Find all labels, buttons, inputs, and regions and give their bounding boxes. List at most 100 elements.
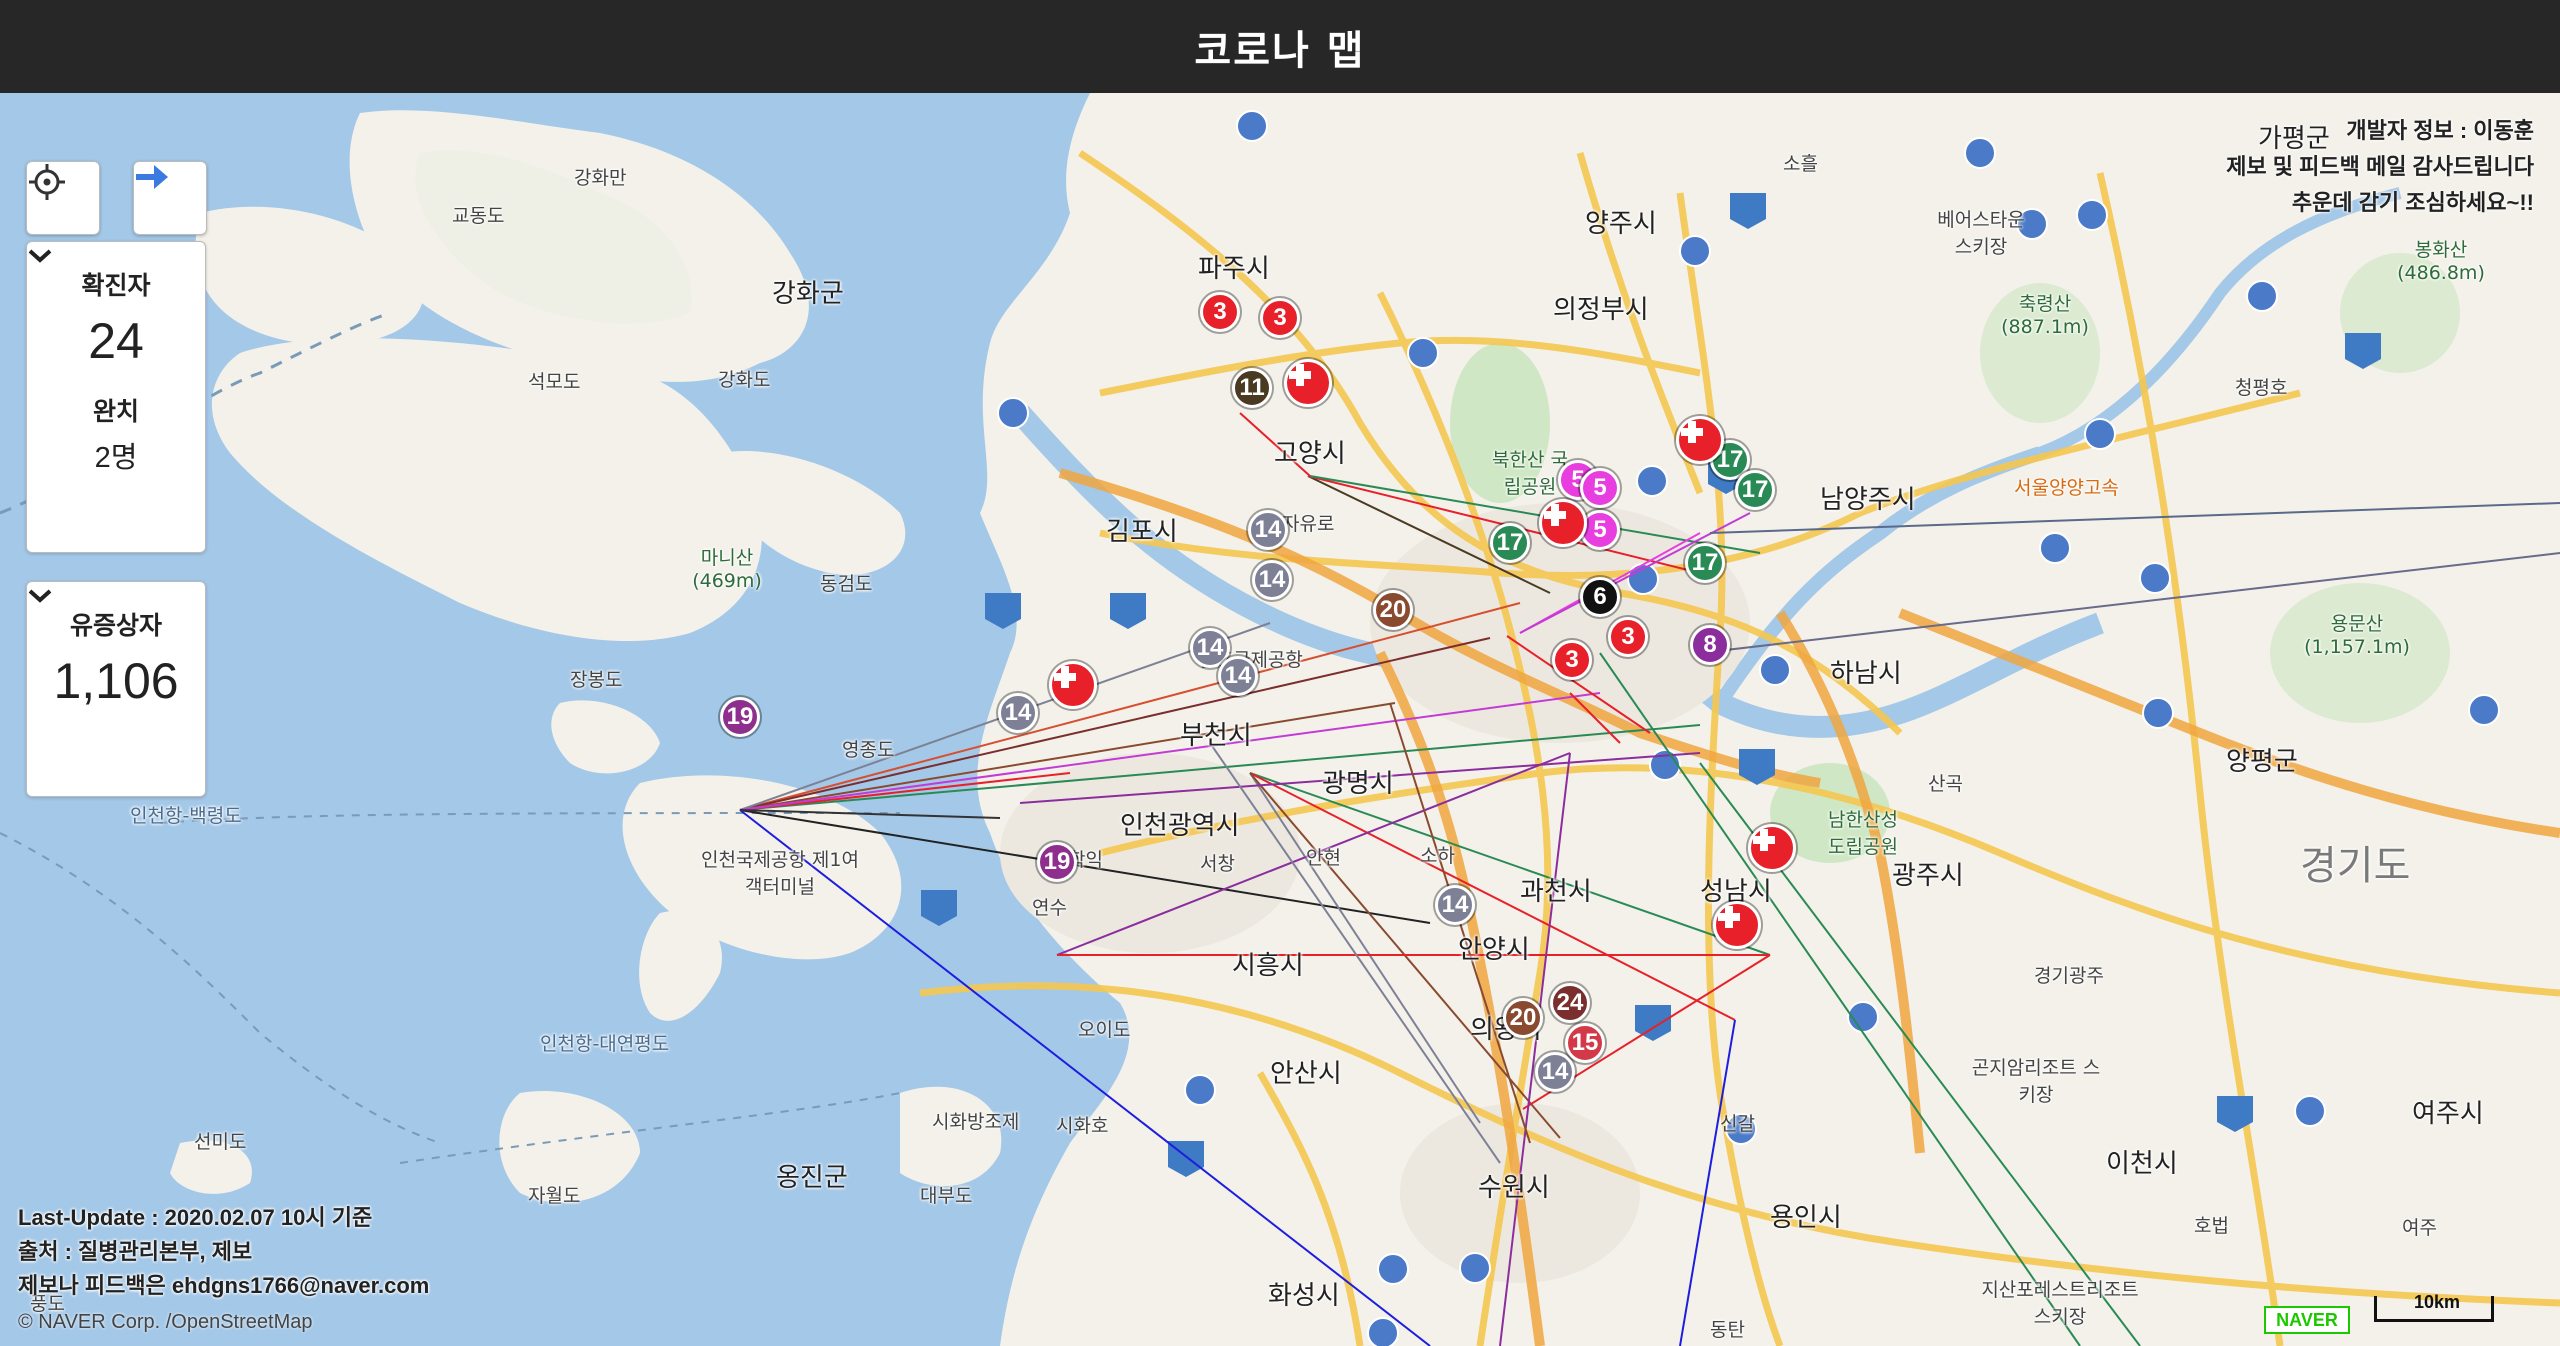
patient-marker[interactable]: 14: [1248, 510, 1288, 550]
locate-button[interactable]: [26, 161, 100, 235]
naver-logo[interactable]: NAVER: [2264, 1306, 2350, 1334]
map-place-label: 마니산 (469m): [692, 547, 762, 592]
patient-marker[interactable]: 17: [1735, 470, 1775, 510]
map-place-label: 옹진군: [776, 1163, 848, 1193]
hospital-cross-icon: [1544, 504, 1566, 526]
map-place-label: 인천항-백령도: [130, 805, 242, 827]
patient-marker[interactable]: 14: [1435, 885, 1475, 925]
hospital-marker[interactable]: [1539, 499, 1587, 547]
page-title: 코로나 맵: [1194, 27, 1366, 74]
patient-marker[interactable]: 8: [1690, 625, 1730, 665]
map-place-label: 서울양양고속: [2014, 477, 2119, 499]
patient-marker[interactable]: 20: [1373, 590, 1413, 630]
recovered-label: 완치: [92, 398, 139, 426]
map-copyright[interactable]: © NAVER Corp. /OpenStreetMap: [18, 1311, 312, 1334]
map-place-label: 강화만: [574, 167, 627, 189]
map-place-label: 여주시: [2412, 1099, 2484, 1129]
patient-marker[interactable]: 3: [1552, 640, 1592, 680]
map-place-label: 봉화산 (486.8m): [2397, 239, 2485, 284]
map-place-label: 김포시: [1106, 517, 1178, 547]
map-place-label: 인천광역시: [1120, 811, 1240, 841]
map-place-label: 여주: [2402, 1217, 2437, 1239]
confirmed-card[interactable]: 확진자 24 완치 2명: [26, 241, 206, 553]
map-place-label: 양평군: [2226, 747, 2298, 777]
patient-marker[interactable]: 17: [1685, 543, 1725, 583]
map-place-label: 베어스타운 스키장: [1937, 209, 2025, 258]
patient-marker[interactable]: 3: [1608, 617, 1648, 657]
map-place-label: 시흥시: [1232, 951, 1304, 981]
map-place-label: 동검도: [820, 573, 873, 595]
patient-marker[interactable]: 14: [998, 693, 1038, 733]
map-place-label: 과천시: [1520, 877, 1592, 907]
patient-marker[interactable]: 15: [1565, 1023, 1605, 1063]
hospital-marker[interactable]: [1713, 901, 1761, 949]
patient-marker[interactable]: 6: [1580, 577, 1620, 617]
map-place-label: 광명시: [1322, 769, 1394, 799]
map-place-label: 선미도: [194, 1131, 247, 1153]
chevron-down-icon[interactable]: [27, 248, 53, 264]
map-place-label: 안양시: [1458, 935, 1530, 965]
map-place-label: 남양주시: [1820, 485, 1916, 515]
data-source: 출처 : 질병관리본부, 제보: [18, 1239, 253, 1264]
patient-marker[interactable]: 14: [1252, 560, 1292, 600]
map-place-label: 남한산성 도립공원: [1828, 809, 1898, 858]
last-update: Last-Update : 2020.02.07 10시 기준: [18, 1205, 373, 1230]
map-scale-label: 10km: [2413, 1292, 2461, 1312]
map-place-label: 산곡: [1928, 773, 1963, 795]
map-place-label: 강화군: [772, 279, 844, 309]
map-scale: 10km: [2374, 1292, 2494, 1322]
patient-marker[interactable]: 14: [1535, 1052, 1575, 1092]
crosshair-icon: [29, 164, 65, 200]
developer-info: 개발자 정보 : 이동훈: [2346, 118, 2534, 143]
recovered-count: 2명: [94, 442, 138, 474]
arrow-right-icon: [136, 165, 168, 189]
developer-notice: 개발자 정보 : 이동훈 제보 및 피드백 메일 감사드립니다 추운데 감기 조…: [2226, 113, 2534, 221]
hospital-cross-icon: [1718, 906, 1740, 928]
patient-marker[interactable]: 3: [1200, 292, 1240, 332]
greeting: 추운데 감기 조심하세요~!!: [2291, 190, 2534, 215]
patient-marker[interactable]: 19: [1037, 842, 1077, 882]
map-place-label: 영종도: [842, 739, 895, 761]
patient-marker[interactable]: 5: [1580, 468, 1620, 508]
map-place-label: 오이도: [1078, 1019, 1131, 1041]
app-header: 코로나 맵: [0, 0, 2560, 93]
hospital-marker[interactable]: [1676, 416, 1724, 464]
map-place-label: 하남시: [1830, 659, 1902, 689]
feedback-email[interactable]: 제보나 피드백은 ehdgns1766@naver.com: [18, 1269, 429, 1303]
patient-marker[interactable]: 14: [1218, 656, 1258, 696]
patient-marker[interactable]: 3: [1260, 298, 1300, 338]
map-place-label: 곤지암리조트 스키장: [1971, 1057, 2101, 1106]
map-place-label: 경기도: [2300, 843, 2411, 889]
map-place-label: 부천시: [1180, 721, 1252, 751]
map-place-label: 북한산 국립공원: [1492, 449, 1568, 498]
hospital-marker[interactable]: [1049, 661, 1097, 709]
hospital-marker[interactable]: [1748, 824, 1796, 872]
map-place-label: 신갈: [1720, 1113, 1755, 1135]
map-view[interactable]: 강화만 교동도 강화군 석모도 강화도 파주시 양주시 의정부시 가평군 소흘 …: [0, 93, 2560, 1346]
map-place-label: 연수: [1032, 897, 1067, 919]
confirmed-label: 확진자: [81, 272, 151, 300]
suspected-card[interactable]: 유증상자 1,106: [26, 581, 206, 797]
direction-button[interactable]: [133, 161, 207, 235]
map-place-label: 지산포레스트리조트 스키장: [1981, 1279, 2139, 1328]
patient-marker[interactable]: 24: [1550, 983, 1590, 1023]
patient-marker[interactable]: 17: [1490, 523, 1530, 563]
map-place-label: 용문산 (1,157.1m): [2304, 613, 2410, 658]
patient-marker[interactable]: 20: [1503, 998, 1543, 1038]
suspected-count: 1,106: [53, 653, 179, 709]
hospital-cross-icon: [1681, 421, 1703, 443]
map-place-label: 경기광주: [2034, 965, 2104, 987]
map-place-label: 고양시: [1274, 439, 1346, 469]
chevron-down-icon[interactable]: [27, 588, 53, 604]
hospital-marker[interactable]: [1284, 359, 1332, 407]
hospital-cross-icon: [1289, 364, 1311, 386]
map-place-label: 축령산 (887.1m): [2001, 293, 2089, 338]
patient-marker[interactable]: 19: [720, 697, 760, 737]
map-place-label: 서창: [1200, 853, 1235, 875]
patient-marker[interactable]: 11: [1232, 368, 1272, 408]
map-place-label: 안산시: [1270, 1059, 1342, 1089]
hospital-cross-icon: [1054, 666, 1076, 688]
map-place-label: 소흘: [1783, 153, 1818, 175]
map-place-label: 자월도: [528, 1185, 581, 1207]
map-place-label: 강화도: [718, 369, 771, 391]
